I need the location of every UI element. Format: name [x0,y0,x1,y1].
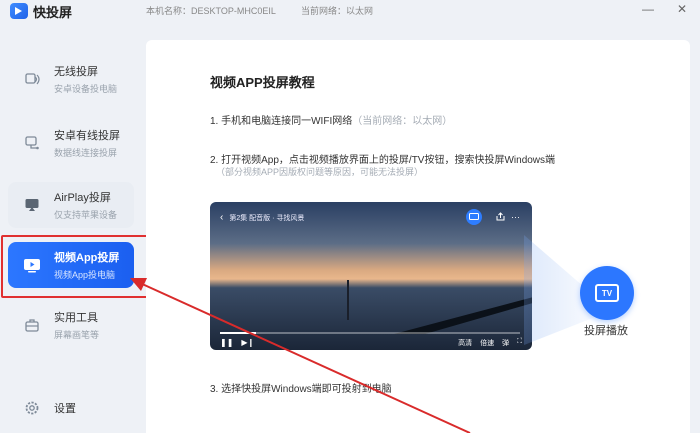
pause-icon: ❚❚ [220,338,234,347]
step-2-note: （部分视频APP因版权问题等原因，可能无法投屏） [216,167,424,177]
video-top-bar: ‹ 第2集 配音版 · 寻找风景 [220,212,304,223]
sidebar-item-subtitle: 仅支持苹果设备 [54,210,118,220]
step-1: 1. 手机和电脑连接同一WIFI网络（当前网络：以太网） [210,112,452,127]
sidebar-item-android-wired[interactable]: 安卓有线投屏 数据线连接投屏 [8,120,134,166]
share-icon [496,211,505,223]
step-1-text: 1. 手机和电脑连接同一WIFI网络 [210,116,353,127]
usb-cable-icon [22,133,42,153]
video-progress-fill [220,332,256,334]
step-2: 2. 打开视频App，点击视频播放界面上的投屏/TV按钮，搜索快投屏Window… [210,151,555,166]
airplay-icon [22,195,42,215]
fullscreen-icon: ⛶ [517,338,522,345]
device-name: 本机名称：DESKTOP-MHC0EIL [146,6,276,16]
video-player-mockup: ‹ 第2集 配音版 · 寻找风景 ··· ❚❚ ▶❙ 高清 倍速 弹 ⛶ [210,202,532,350]
back-icon: ‹ [220,212,224,223]
next-icon: ▶❙ [241,338,255,347]
video-controls-right: 高清 倍速 弹 ⛶ [450,338,522,348]
sidebar-item-subtitle: 安卓设备投电脑 [54,84,118,94]
sidebar-item-label: 无线投屏 [54,66,98,78]
app-title: 快投屏 [33,4,73,20]
quality-label: 高清 [458,340,473,347]
tutorial-title: 视频APP投屏教程 [210,75,315,90]
gear-icon [22,398,42,418]
annotation-highlight-box [1,235,161,298]
sidebar-item-label: 安卓有线投屏 [54,130,120,142]
sidebar-item-tools[interactable]: 实用工具 屏幕画笔等 [8,302,134,348]
main-panel: 视频APP投屏教程 1. 手机和电脑连接同一WIFI网络（当前网络：以太网） 2… [146,40,690,433]
wireless-cast-icon [22,69,42,89]
danmaku-label: 弹 [502,340,510,347]
close-button[interactable]: ✕ [674,2,690,16]
sidebar-item-subtitle: 屏幕画笔等 [54,330,100,340]
more-icon: ··· [511,212,520,222]
step-3: 3. 选择快投屏Windows端即可投射到电脑 [210,380,392,395]
speed-label: 倍速 [480,340,495,347]
minimize-button[interactable]: — [640,2,656,16]
network-status: 当前网络：以太网 [301,6,374,16]
video-progress-bar [220,332,520,334]
tv-icon: TV [595,284,619,302]
cast-play-label: 投屏播放 [584,325,628,337]
sidebar-item-settings[interactable]: 设置 [8,385,134,431]
sidebar-item-label: 实用工具 [54,312,98,324]
sidebar-item-subtitle: 数据线连接投屏 [54,148,118,158]
title-bar: 快投屏 本机名称：DESKTOP-MHC0EIL 当前网络：以太网 — ✕ [0,0,700,22]
pier-lamp [347,280,349,320]
tv-cast-circle: TV [580,266,634,320]
sidebar-item-label: AirPlay投屏 [54,192,111,204]
pier-image [394,294,532,334]
sidebar-item-airplay[interactable]: AirPlay投屏 仅支持苹果设备 [8,182,134,228]
sidebar-item-wireless-cast[interactable]: 无线投屏 安卓设备投电脑 [8,56,134,102]
video-top-icons: ··· [466,209,520,225]
toolbox-icon [22,315,42,335]
video-title: 第2集 配音版 · 寻找风景 [229,214,305,222]
video-controls: ❚❚ ▶❙ [220,338,262,347]
app-logo: 快投屏 [10,2,72,21]
step-3-text: 3. 选择快投屏Windows端即可投射到电脑 [210,384,392,395]
tv-cast-icon [466,209,482,225]
sidebar-item-label: 设置 [54,403,76,415]
step-1-hint: （当前网络：以太网） [352,116,453,127]
app-logo-icon [10,3,28,19]
